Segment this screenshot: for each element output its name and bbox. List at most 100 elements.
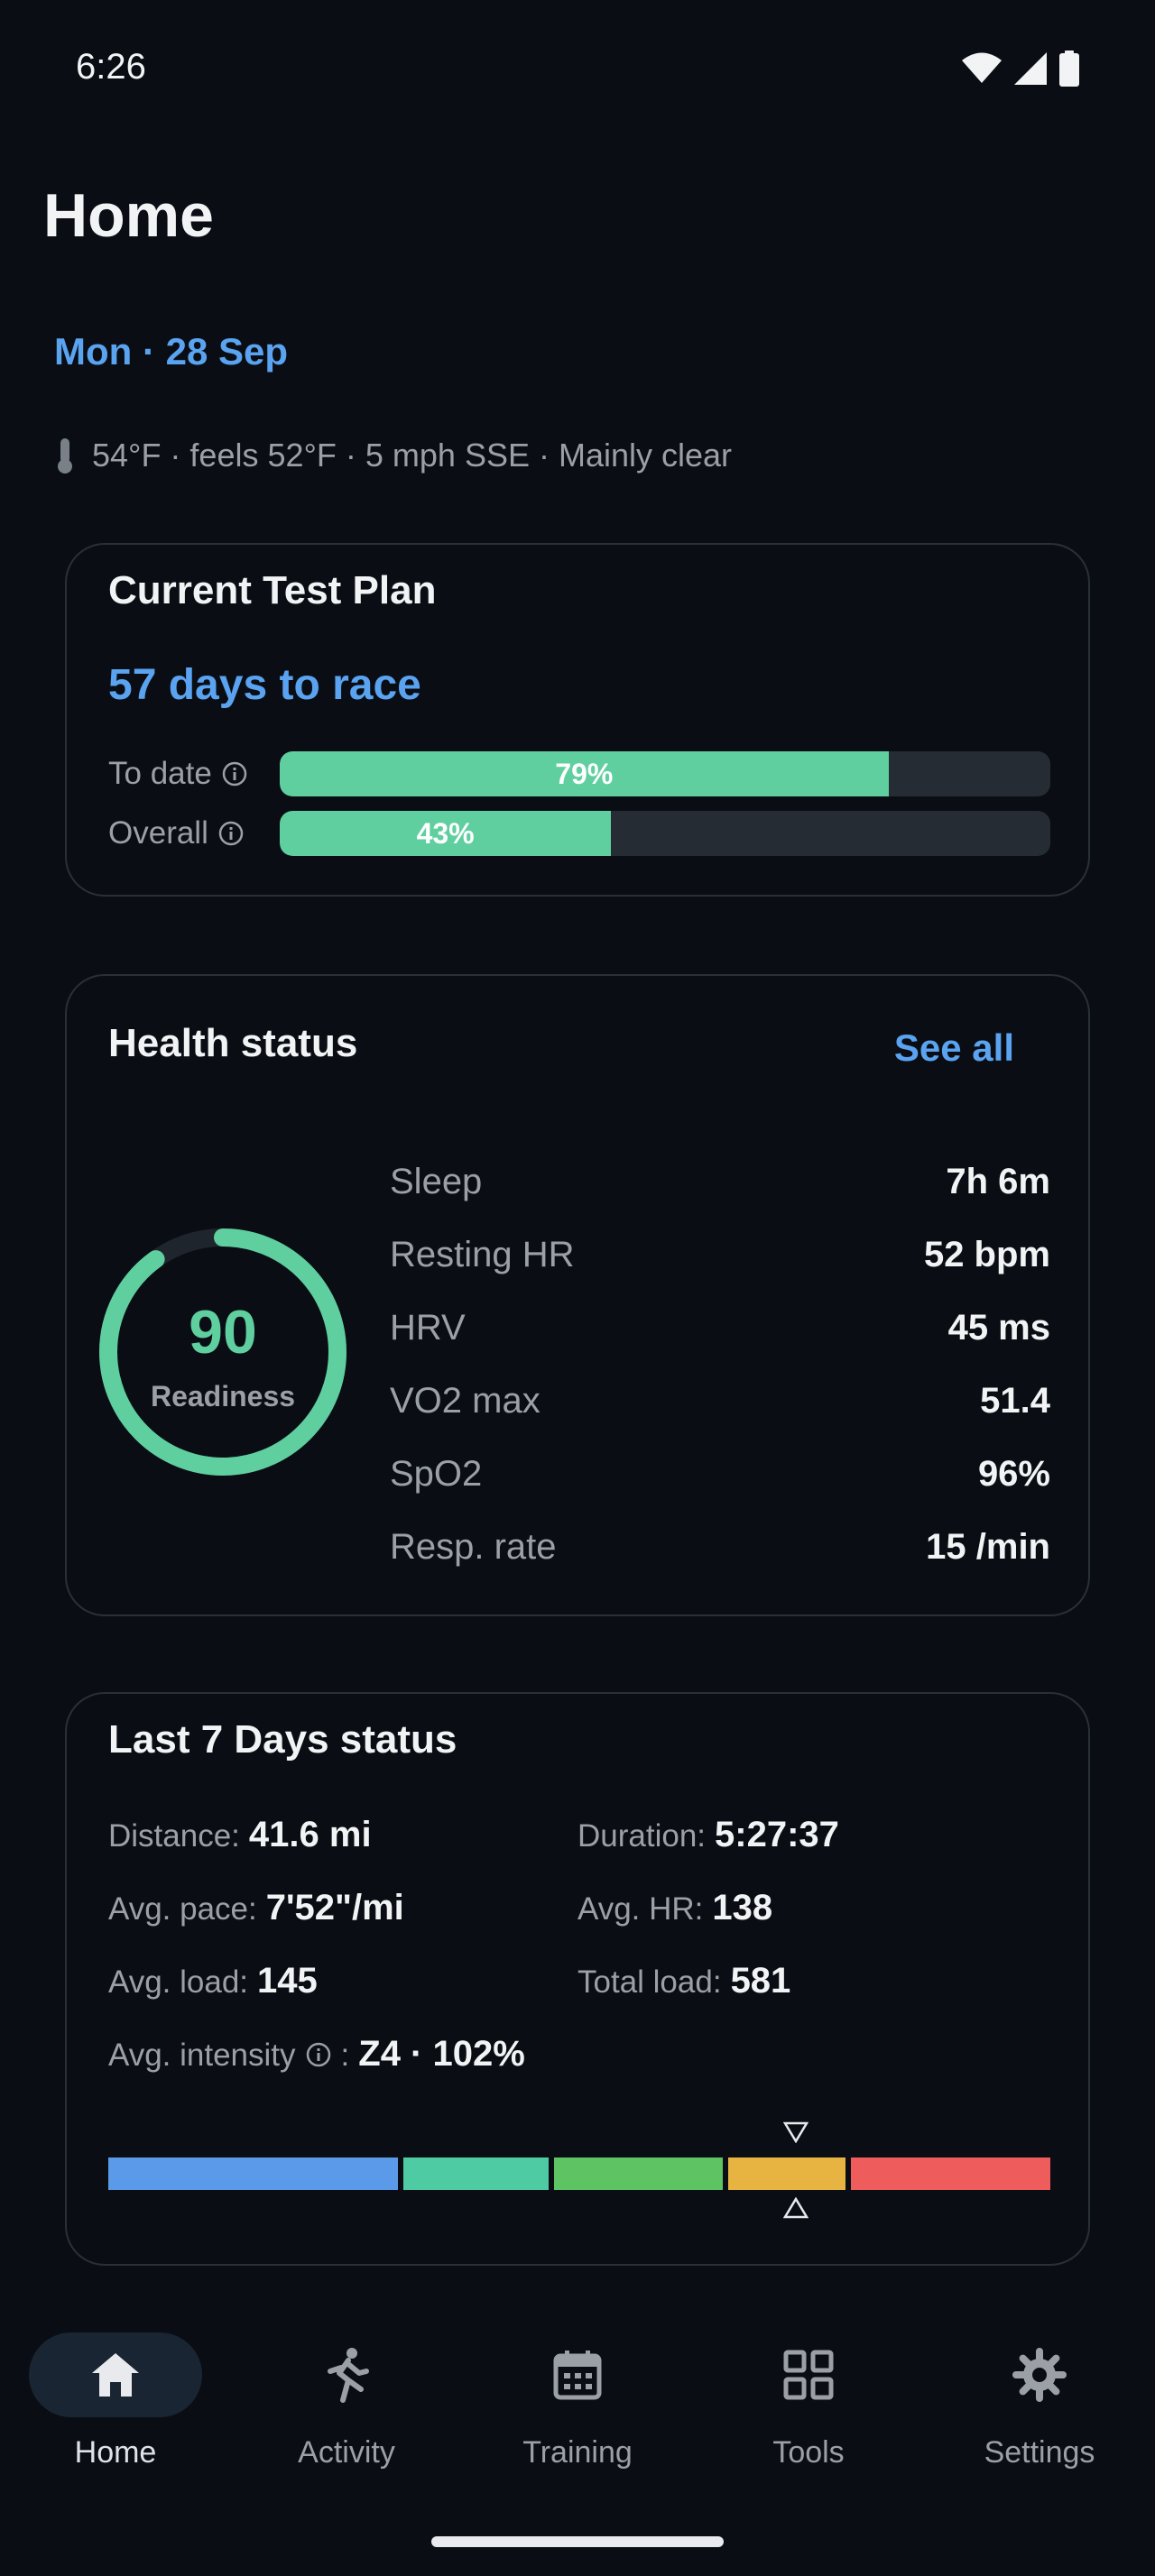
stat-value: 138 — [712, 1888, 773, 1927]
progress-label-text: To date — [108, 756, 212, 791]
progress-percent: 79% — [555, 757, 614, 790]
stat-label: Avg. HR: — [578, 1891, 704, 1927]
intensity-marker-bottom — [783, 2197, 809, 2219]
weather-text: 54°F · feels 52°F · 5 mph SSE · Mainly c… — [92, 437, 733, 474]
stat-value: 145 — [257, 1961, 318, 2001]
stat-label: Distance: — [108, 1818, 240, 1854]
nav-label: Settings — [984, 2435, 1095, 2470]
progress-track: 43% — [280, 811, 1050, 856]
stat-label: Avg. pace: — [108, 1891, 257, 1927]
nav-icon-container — [953, 2332, 1126, 2417]
stat-avg-hr: Avg. HR: 138 — [578, 1888, 772, 1928]
metric-row-vo2max: VO2 max 51.4 — [390, 1365, 1050, 1438]
nav-item-activity[interactable]: Activity — [231, 2309, 462, 2471]
intensity-zone-bar — [108, 2121, 1050, 2219]
health-title: Health status — [108, 1021, 358, 1065]
readiness-label: Readiness — [150, 1380, 296, 1412]
metric-label: SpO2 — [390, 1454, 483, 1494]
info-icon[interactable] — [217, 820, 245, 847]
metric-row-hrv: HRV 45 ms — [390, 1292, 1050, 1365]
week-title: Last 7 Days status — [108, 1717, 457, 1762]
nav-label: Activity — [298, 2435, 395, 2470]
progress-label: To date — [108, 756, 280, 792]
zone-segment-z5 — [850, 2157, 1050, 2190]
stat-value: Z4 · 102% — [358, 2034, 525, 2074]
info-icon[interactable] — [305, 2041, 332, 2068]
intensity-marker-top — [783, 2121, 809, 2143]
info-icon[interactable] — [221, 760, 248, 787]
metric-value: 51.4 — [980, 1381, 1050, 1421]
stat-duration: Duration: 5:27:37 — [578, 1815, 839, 1855]
nav-label: Tools — [772, 2435, 845, 2470]
test-plan-card[interactable]: Current Test Plan 57 days to race To dat… — [65, 543, 1090, 897]
nav-item-training[interactable]: Training — [462, 2309, 693, 2471]
wifi-icon — [962, 52, 1002, 83]
stat-value: 41.6 mi — [248, 1815, 372, 1854]
see-all-link[interactable]: See all — [894, 1026, 1014, 1070]
progress-fill: 79% — [280, 751, 889, 796]
metric-value: 45 ms — [947, 1308, 1050, 1348]
metric-row-sleep: Sleep 7h 6m — [390, 1145, 1050, 1219]
metric-label: Resp. rate — [390, 1527, 557, 1567]
weather-summary: 54°F · feels 52°F · 5 mph SSE · Mainly c… — [54, 437, 732, 474]
home-icon — [92, 2353, 139, 2397]
date-label: Mon · 28 Sep — [54, 330, 289, 373]
nav-icon-container — [722, 2332, 895, 2417]
nav-icon-container — [491, 2332, 664, 2417]
calendar-icon — [553, 2351, 602, 2400]
home-indicator[interactable] — [431, 2536, 724, 2547]
stat-label: Avg. intensity — [108, 2038, 296, 2073]
metric-value: 52 bpm — [923, 1235, 1050, 1274]
readiness-gauge[interactable]: 90 Readiness — [96, 1225, 350, 1479]
metric-label: VO2 max — [390, 1381, 541, 1421]
gear-icon — [1012, 2348, 1067, 2402]
progress-track: 79% — [280, 751, 1050, 796]
metric-value: 96% — [977, 1454, 1050, 1494]
grid-icon — [783, 2350, 834, 2400]
nav-item-settings[interactable]: Settings — [924, 2309, 1155, 2471]
stat-label: Duration: — [578, 1818, 707, 1854]
zone-segment-z4 — [727, 2157, 845, 2190]
readiness-score: 90 — [189, 1298, 257, 1366]
nav-label: Training — [522, 2435, 633, 2470]
nav-item-tools[interactable]: Tools — [693, 2309, 924, 2471]
nav-icon-container — [260, 2332, 433, 2417]
nav-item-home[interactable]: Home — [0, 2309, 231, 2471]
progress-row-to-date: To date 79% — [108, 750, 1050, 797]
stat-separator: : — [340, 2038, 350, 2073]
metric-row-resting-hr: Resting HR 52 bpm — [390, 1219, 1050, 1292]
progress-percent: 43% — [416, 816, 475, 850]
stat-value: 5:27:37 — [715, 1815, 839, 1854]
stat-total-load: Total load: 581 — [578, 1961, 790, 2001]
stat-label: Avg. load: — [108, 1964, 249, 2000]
stat-avg-load: Avg. load: 145 — [108, 1961, 318, 2001]
status-icons — [962, 51, 1079, 87]
status-bar: 6:26 — [0, 0, 1155, 135]
health-status-card[interactable]: Health status See all 90 Readiness Sleep… — [65, 974, 1090, 1616]
stat-avg-intensity: Avg. intensity : Z4 · 102% — [108, 2034, 525, 2075]
nav-label: Home — [74, 2435, 157, 2470]
bottom-navigation: Home Activity Training Tools Settings — [0, 2309, 1155, 2471]
progress-fill: 43% — [280, 811, 612, 856]
stat-distance: Distance: 41.6 mi — [108, 1815, 372, 1855]
metric-label: HRV — [390, 1308, 466, 1348]
race-countdown: 57 days to race — [108, 661, 421, 709]
stat-value: 581 — [730, 1961, 791, 2001]
battery-icon — [1059, 51, 1079, 87]
thermometer-icon — [58, 438, 72, 474]
health-metrics-list: Sleep 7h 6m Resting HR 52 bpm HRV 45 ms … — [390, 1145, 1050, 1584]
metric-value: 7h 6m — [946, 1162, 1050, 1201]
last-7-days-card[interactable]: Last 7 Days status Distance: 41.6 mi Dur… — [65, 1692, 1090, 2266]
zone-segment-z1 — [108, 2157, 398, 2190]
metric-label: Sleep — [390, 1162, 483, 1201]
nav-icon-container — [29, 2332, 202, 2417]
progress-label-text: Overall — [108, 815, 208, 851]
metric-row-resp-rate: Resp. rate 15 /min — [390, 1511, 1050, 1584]
zone-segment-z3 — [553, 2157, 723, 2190]
runner-icon — [328, 2348, 369, 2403]
stat-label: Total load: — [578, 1964, 722, 2000]
page-title: Home — [43, 181, 214, 250]
zone-segment-z2 — [402, 2157, 549, 2190]
stat-avg-pace: Avg. pace: 7'52"/mi — [108, 1888, 404, 1928]
stat-value: 7'52"/mi — [265, 1888, 404, 1927]
